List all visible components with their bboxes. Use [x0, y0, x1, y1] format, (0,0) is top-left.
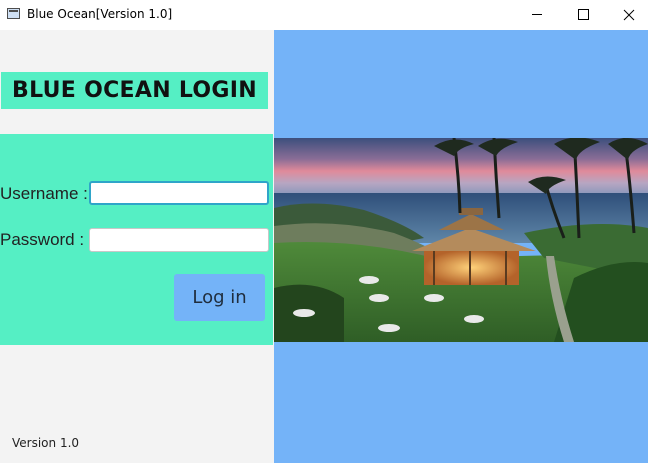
minimize-button[interactable] — [514, 0, 560, 30]
username-input[interactable] — [89, 181, 269, 205]
username-label: Username : — [0, 184, 88, 203]
password-input[interactable] — [89, 228, 269, 252]
close-icon — [623, 9, 635, 21]
maximize-button[interactable] — [560, 0, 606, 30]
login-form-panel: Username : Password : Log in — [0, 134, 273, 345]
login-side-panel: BLUE OCEAN LOGIN Username : Password : L… — [0, 30, 274, 463]
image-side-panel — [274, 30, 648, 463]
app-window-icon — [7, 8, 20, 19]
heading-banner: BLUE OCEAN LOGIN — [1, 72, 268, 109]
password-label: Password : — [0, 230, 85, 249]
login-heading: BLUE OCEAN LOGIN — [12, 78, 257, 103]
login-button[interactable]: Log in — [174, 274, 265, 321]
window-title: Blue Ocean[Version 1.0] — [27, 7, 173, 21]
window-titlebar[interactable]: Blue Ocean[Version 1.0] — [0, 0, 648, 30]
resort-photo — [274, 138, 648, 342]
version-label: Version 1.0 — [12, 436, 80, 450]
close-button[interactable] — [606, 0, 648, 30]
